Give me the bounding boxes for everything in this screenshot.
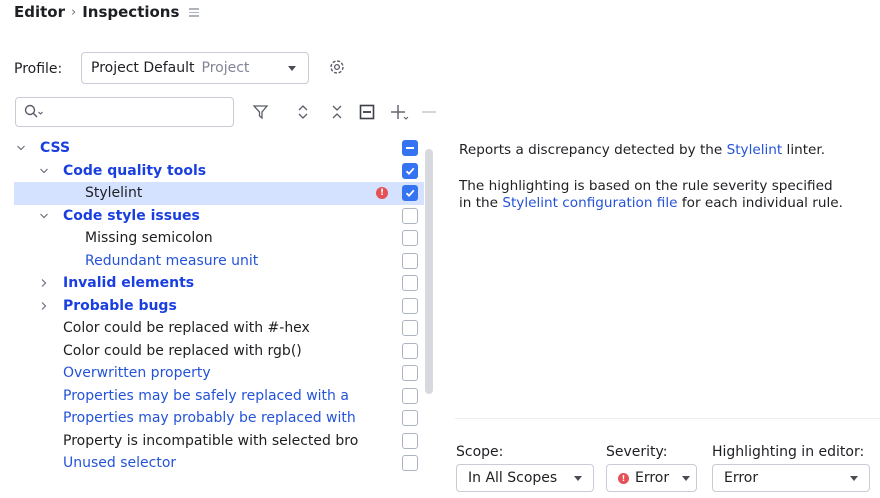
enable-checkbox[interactable] xyxy=(402,297,418,314)
enable-checkbox[interactable] xyxy=(402,455,418,471)
tree-row[interactable]: Color could be replaced with #-hex xyxy=(14,317,424,340)
chevron-down-icon[interactable] xyxy=(39,211,49,221)
tree-row[interactable]: Redundant measure unit xyxy=(14,250,424,273)
tree-row[interactable]: Stylelint! xyxy=(14,182,424,205)
expand-all-icon[interactable] xyxy=(294,103,312,121)
severity-label: Severity: xyxy=(606,444,668,460)
tree-row[interactable]: CSS xyxy=(14,137,424,160)
description-line-2: The highlighting is based on the rule se… xyxy=(459,178,833,194)
scope-label: Scope: xyxy=(456,444,504,460)
highlighting-label: Highlighting in editor: xyxy=(712,444,865,460)
tree-row[interactable]: Probable bugs xyxy=(14,295,424,318)
chevron-down-icon[interactable] xyxy=(16,143,26,153)
enable-checkbox[interactable] xyxy=(402,342,418,359)
tree-row[interactable]: Properties may be safely replaced with a xyxy=(14,385,424,408)
tree-row-label: Redundant measure unit xyxy=(85,252,259,269)
stylelint-config-link[interactable]: Stylelint configuration file xyxy=(502,195,677,211)
chevron-right-icon[interactable] xyxy=(39,301,49,311)
enable-checkbox[interactable] xyxy=(402,387,418,404)
tree-row-label: Invalid elements xyxy=(63,275,195,292)
chevron-down-icon xyxy=(850,476,858,481)
enable-checkbox[interactable] xyxy=(402,320,418,336)
profile-sub: Project xyxy=(201,60,250,76)
tree-row-label: Unused selector xyxy=(63,455,177,472)
highlighting-value: Error xyxy=(724,470,759,486)
tree-row-label: Code style issues xyxy=(63,207,200,224)
tree-scrollbar[interactable] xyxy=(425,149,433,394)
profile-value: Project Default xyxy=(91,60,195,76)
chevron-down-icon xyxy=(682,476,690,481)
severity-dropdown[interactable]: ! Error xyxy=(606,464,697,492)
tree-row[interactable]: Color could be replaced with rgb() xyxy=(14,340,424,363)
checkmark-icon xyxy=(405,189,415,198)
error-icon: ! xyxy=(618,472,629,484)
tree-row-label: Missing semicolon xyxy=(85,230,213,247)
enable-checkbox[interactable] xyxy=(402,365,418,381)
breadcrumb-current: Inspections xyxy=(82,3,180,21)
enable-checkbox[interactable] xyxy=(402,185,418,201)
severity-value: Error xyxy=(635,470,670,486)
filter-icon[interactable] xyxy=(252,103,270,121)
tree-row-label: CSS xyxy=(40,140,71,157)
tree-row[interactable]: Property is incompatible with selected b… xyxy=(14,430,424,453)
tree-row-label: Code quality tools xyxy=(63,162,207,179)
chevron-down-icon xyxy=(288,66,296,71)
tree-row[interactable]: Invalid elements xyxy=(14,272,424,295)
tree-row[interactable]: Unused selector xyxy=(14,452,424,475)
profile-label: Profile: xyxy=(14,61,63,77)
tree-row-label: Property is incompatible with selected b… xyxy=(63,432,359,449)
stylelint-link[interactable]: Stylelint xyxy=(727,142,783,158)
tree-row-label: Color could be replaced with rgb() xyxy=(63,342,302,359)
chevron-down-icon xyxy=(574,476,582,481)
tree-row[interactable]: Overwritten property xyxy=(14,362,424,385)
description-text: linter. xyxy=(782,142,826,158)
description-text: in the xyxy=(459,195,503,211)
scope-value: In All Scopes xyxy=(468,470,558,486)
enable-checkbox[interactable] xyxy=(402,252,418,269)
tree-row-label: Probable bugs xyxy=(63,297,177,314)
breadcrumb-parent[interactable]: Editor xyxy=(14,3,65,21)
tree-row[interactable]: Missing semicolon xyxy=(14,227,424,250)
enable-checkbox[interactable] xyxy=(402,207,418,224)
profile-dropdown[interactable]: Project Default Project xyxy=(81,52,309,84)
tree-row-label: Color could be replaced with #-hex xyxy=(63,320,310,337)
enable-checkbox[interactable] xyxy=(402,162,418,179)
tree-row[interactable]: Properties may probably be replaced with xyxy=(14,407,424,430)
search-icon xyxy=(24,104,43,118)
inspection-tree: CSS Code quality tools Stylelint! Code styl… xyxy=(14,137,424,477)
description-text: Reports a discrepancy detected by the xyxy=(459,142,727,158)
tree-row[interactable]: Code style issues xyxy=(14,205,424,228)
tree-row[interactable]: Code quality tools xyxy=(14,160,424,183)
enable-checkbox[interactable] xyxy=(402,410,418,426)
search-input[interactable] xyxy=(15,97,234,127)
enable-checkbox[interactable] xyxy=(402,140,418,156)
enable-checkbox[interactable] xyxy=(402,275,418,291)
breadcrumb: Editor › Inspections xyxy=(14,3,200,21)
add-icon[interactable] xyxy=(389,103,409,121)
document-icon xyxy=(189,7,200,17)
highlighting-dropdown[interactable]: Error xyxy=(712,464,870,492)
chevron-down-icon[interactable] xyxy=(39,166,49,176)
checkmark-icon xyxy=(405,167,415,175)
description-line-1: Reports a discrepancy detected by the St… xyxy=(459,142,825,159)
chevron-right-icon[interactable] xyxy=(39,278,49,288)
gear-icon[interactable] xyxy=(327,57,347,77)
tree-row-label: Properties may probably be replaced with xyxy=(63,410,356,427)
tree-row-label: Properties may be safely replaced with a xyxy=(63,387,349,404)
description-line-3: in the Stylelint configuration file for … xyxy=(459,195,843,212)
divider xyxy=(455,418,880,419)
tree-row-label: Stylelint xyxy=(85,185,143,202)
enable-checkbox[interactable] xyxy=(402,230,418,246)
remove-icon xyxy=(422,111,436,113)
enable-checkbox[interactable] xyxy=(402,432,418,449)
error-icon: ! xyxy=(376,187,388,199)
description-text: for each individual rule. xyxy=(677,195,843,211)
tree-row-label: Overwritten property xyxy=(63,365,211,382)
reset-icon[interactable] xyxy=(358,103,376,121)
scope-dropdown[interactable]: In All Scopes xyxy=(456,464,594,492)
breadcrumb-separator: › xyxy=(71,4,77,20)
collapse-all-icon[interactable] xyxy=(328,103,346,121)
